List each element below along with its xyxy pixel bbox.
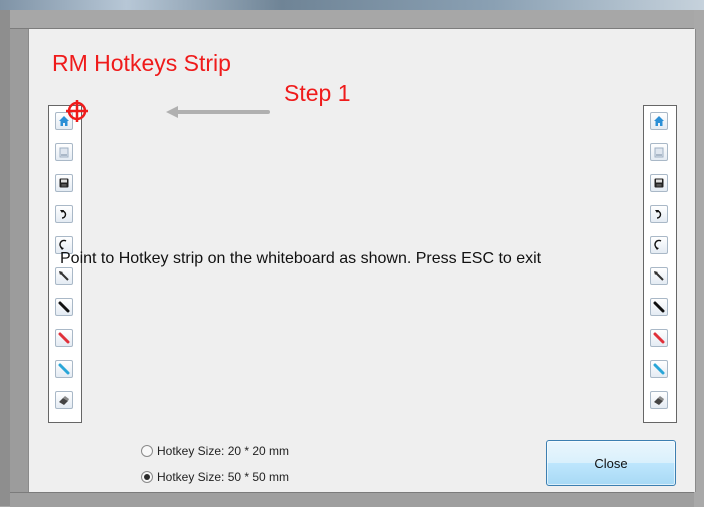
- pointer-pen-icon: [55, 267, 73, 285]
- instruction-text: Point to Hotkey strip on the whiteboard …: [60, 250, 542, 267]
- step-label: Step 1: [284, 80, 351, 106]
- eraser-icon: [55, 391, 73, 409]
- save-icon: [55, 174, 73, 192]
- black-pen-icon: [55, 298, 73, 316]
- home-icon: [650, 112, 668, 130]
- left-arrow-icon: [166, 106, 270, 118]
- crosshair-target-icon: [66, 100, 88, 122]
- red-pen-icon: [650, 329, 668, 347]
- hotkey-size-small-option[interactable]: Hotkey Size: 20 * 20 mm: [141, 444, 289, 458]
- undo-icon: [650, 205, 668, 223]
- new-page-icon: [650, 143, 668, 161]
- close-button[interactable]: Close: [546, 440, 676, 486]
- dialog-title: RM Hotkeys Strip: [52, 50, 231, 76]
- blue-pen-icon: [55, 360, 73, 378]
- hotkey-size-large-option[interactable]: Hotkey Size: 50 * 50 mm: [141, 470, 289, 484]
- undo-icon: [55, 205, 73, 223]
- new-page-icon: [55, 143, 73, 161]
- redo-icon: [650, 236, 668, 254]
- window-left-edge: [0, 10, 10, 506]
- pointer-pen-icon: [650, 267, 668, 285]
- radio-button-selected[interactable]: [141, 471, 153, 483]
- eraser-icon: [650, 391, 668, 409]
- dialog-frame-top: [10, 10, 694, 29]
- hotkey-size-small-label: Hotkey Size: 20 * 20 mm: [157, 444, 290, 458]
- blue-pen-icon: [650, 360, 668, 378]
- save-icon: [650, 174, 668, 192]
- red-pen-icon: [55, 329, 73, 347]
- black-pen-icon: [650, 298, 668, 316]
- hotkey-size-large-label: Hotkey Size: 50 * 50 mm: [157, 470, 290, 484]
- hotkey-strip-right: [643, 105, 677, 423]
- dialog-frame-bottom: [10, 492, 694, 507]
- window-top-bar: [0, 0, 704, 10]
- radio-button[interactable]: [141, 445, 153, 457]
